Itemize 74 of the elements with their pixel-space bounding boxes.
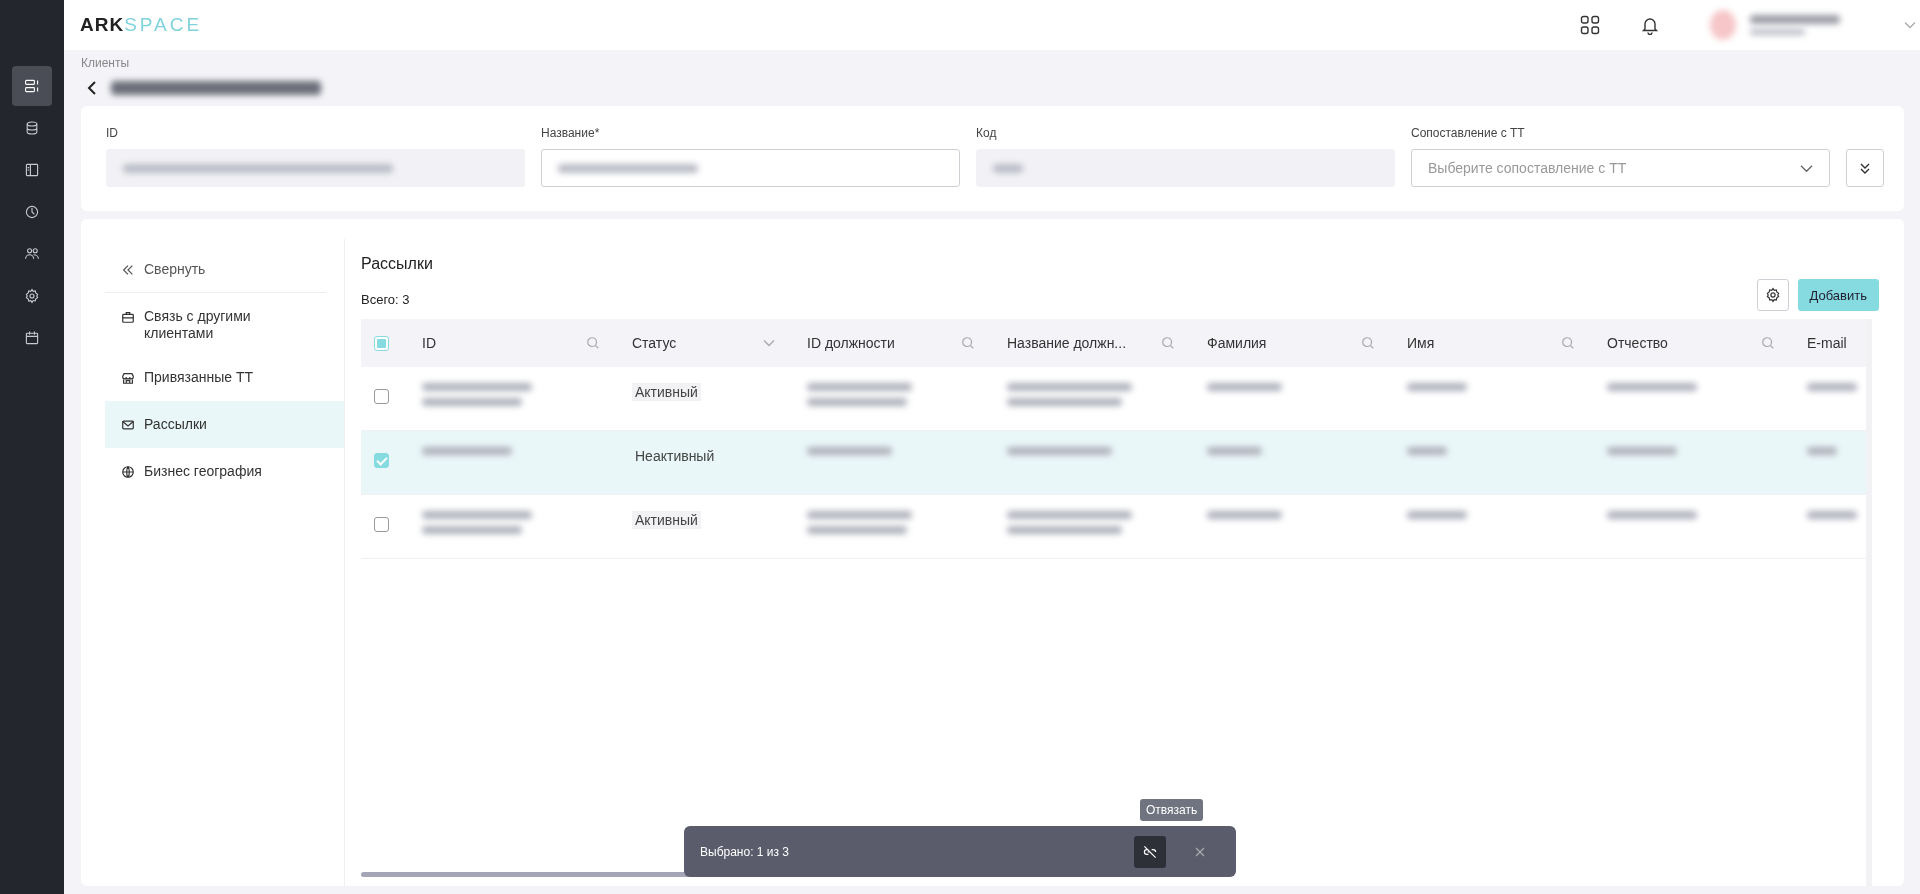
nav-item[interactable]: Рассылки [105,401,344,448]
section-title: Рассылки [361,254,434,273]
blurred-text [1807,447,1837,455]
search-icon[interactable] [1361,336,1375,350]
globe-icon [121,465,135,479]
blurred-text [1407,447,1447,455]
field-label: Название* [541,126,601,140]
logo: ARKSPACE [80,14,203,36]
calendar-icon [24,330,40,346]
close-icon [1195,846,1205,857]
status-tag: Активный [632,383,701,401]
nav-item[interactable]: Бизнес география [105,451,344,492]
briefcase-icon [121,310,135,324]
status-tag: Активный [632,511,701,529]
search-icon[interactable] [1561,336,1575,350]
double-chevron-left-icon [121,263,135,277]
unlink-button[interactable] [1134,835,1166,868]
blurred-text [1807,511,1857,519]
field-label: Код [976,126,998,140]
layout-icon [24,78,40,94]
rail-button[interactable] [12,66,52,106]
search-icon[interactable] [1761,336,1775,350]
add-button[interactable]: Добавить [1797,279,1879,311]
blurred-text [1807,383,1857,391]
select-all-checkbox[interactable] [374,335,389,351]
row-checkbox[interactable] [374,517,389,532]
search-icon[interactable] [586,336,600,350]
status-tag: Неактивный [632,447,718,465]
column-header[interactable]: Имя [1407,335,1435,351]
blurred-text [1407,383,1467,391]
broken-link-icon [1142,843,1158,860]
chevron-down-icon [1800,163,1813,173]
search-icon[interactable] [1161,336,1175,350]
nav-item[interactable]: Привязанные ТТ [105,357,344,398]
avatar[interactable] [1710,10,1736,40]
settings-button[interactable] [1756,279,1789,311]
column-header[interactable]: ID [422,335,436,351]
envelope-icon [121,418,135,432]
users-icon [24,246,40,262]
settings-icon [24,288,40,304]
collapse-button[interactable]: Свернуть [105,249,326,293]
chevron-down-icon[interactable] [763,339,775,347]
database-icon [24,120,40,136]
search-icon[interactable] [961,336,975,350]
selection-count: Выбрано: 1 из 3 [700,844,791,859]
column-header[interactable]: Фамилия [1207,335,1267,351]
blurred-text [1607,447,1677,455]
column-header[interactable]: ID должности [807,335,895,351]
apps-grid-icon[interactable] [1580,15,1600,35]
column-header[interactable]: Отчество [1607,335,1668,351]
field-label: Сопоставление с ТТ [1411,126,1526,140]
expand-button[interactable] [1846,149,1884,187]
blurred-text [1750,29,1805,35]
input-field[interactable] [541,149,960,187]
bell-icon[interactable] [1640,15,1660,35]
total-count: Всего: 3 [361,292,410,307]
store-icon [121,371,135,385]
chevron-down-icon[interactable] [1904,21,1916,29]
column-header[interactable]: E-mail [1807,335,1847,351]
double-chevron-down-icon [1860,162,1870,174]
table-row[interactable]: Неактивный [361,431,1866,495]
blurred-text [1207,447,1262,455]
column-header[interactable]: Название должн... [1007,335,1127,351]
settings-icon [1764,287,1781,303]
row-checkbox[interactable] [374,453,389,468]
nav-item[interactable]: Связь с другими клиентами [105,296,344,354]
sidebar-panel-icon [24,162,40,178]
column-header[interactable]: Статус [632,335,677,351]
blurred-text [1407,511,1467,519]
table-row[interactable]: Активный [361,495,1866,559]
row-checkbox[interactable] [374,389,389,404]
tooltip: Отвязать [1140,799,1204,821]
blurred-text [993,163,1023,173]
field-label: ID [106,126,119,140]
